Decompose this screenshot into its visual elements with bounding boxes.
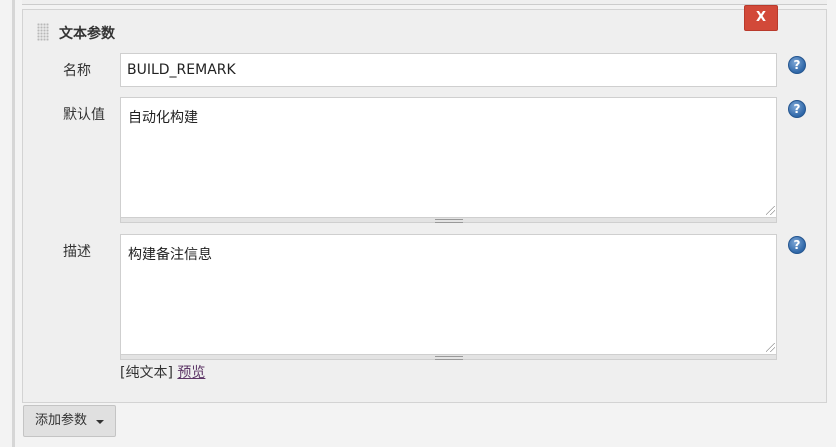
default-value-label: 默认值 — [63, 107, 105, 123]
preview-link[interactable]: 预览 — [177, 365, 205, 381]
help-icon[interactable]: ? — [788, 236, 806, 254]
caret-down-icon — [96, 420, 104, 424]
markup-mode-text: [纯文本] — [120, 365, 173, 381]
resize-grip-icon[interactable] — [766, 343, 775, 352]
help-icon[interactable]: ? — [788, 100, 806, 118]
add-parameter-button[interactable]: 添加参数 — [23, 405, 116, 437]
help-icon[interactable]: ? — [788, 56, 806, 74]
name-label: 名称 — [63, 63, 91, 79]
left-border — [12, 0, 15, 447]
drag-handle-icon[interactable] — [37, 23, 49, 41]
markup-row: [纯文本] 预览 — [120, 362, 205, 382]
textarea-resize-bar[interactable] — [120, 355, 777, 360]
description-textarea[interactable]: 构建备注信息 — [120, 234, 777, 355]
grip-icon — [435, 356, 463, 360]
default-value-textarea[interactable]: 自动化构建 — [120, 97, 777, 218]
delete-button[interactable]: X — [744, 5, 778, 31]
textarea-resize-bar[interactable] — [120, 218, 777, 223]
add-parameter-label: 添加参数 — [35, 413, 88, 428]
resize-grip-icon[interactable] — [766, 206, 775, 215]
description-label: 描述 — [63, 244, 91, 260]
text-parameter-panel: 文本参数 X 名称 ? 默认值 自动化构建 ? 描述 构建备注信息 ? [纯文本… — [22, 5, 827, 403]
previous-panel-edge — [22, 0, 827, 5]
grip-icon — [435, 219, 463, 223]
section-title: 文本参数 — [59, 26, 115, 42]
name-input[interactable] — [120, 53, 777, 87]
